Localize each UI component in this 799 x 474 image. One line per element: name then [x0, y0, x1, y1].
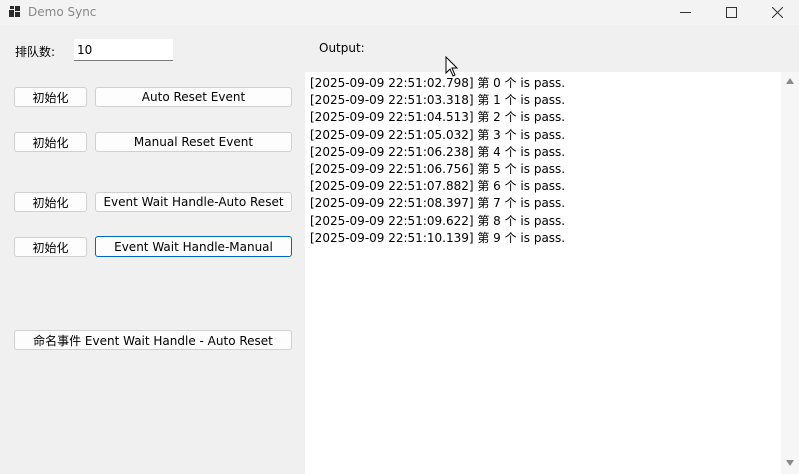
list-item: [2025-09-09 22:51:07.882] 第 6 个 is pass.	[310, 179, 566, 194]
manual-reset-event-button[interactable]: Manual Reset Event	[95, 132, 292, 152]
scroll-up-arrow-icon[interactable]	[786, 78, 794, 84]
output-listbox[interactable]: [2025-09-09 22:51:02.798] 第 0 个 is pass.…	[305, 72, 799, 474]
list-item: [2025-09-09 22:51:08.397] 第 7 个 is pass.	[310, 196, 566, 211]
list-item: [2025-09-09 22:51:04.513] 第 2 个 is pass.	[310, 110, 566, 125]
list-item: [2025-09-09 22:51:06.238] 第 4 个 is pass.	[310, 144, 566, 159]
init-ewh-manual-button[interactable]: 初始化	[14, 237, 87, 257]
init-manual-reset-button[interactable]: 初始化	[14, 132, 87, 152]
mouse-pointer-icon	[445, 56, 458, 77]
auto-reset-event-button[interactable]: Auto Reset Event	[95, 87, 292, 107]
list-item: [2025-09-09 22:51:10.139] 第 9 个 is pass.	[310, 230, 566, 245]
list-item: [2025-09-09 22:51:05.032] 第 3 个 is pass.	[310, 127, 566, 142]
init-auto-reset-button[interactable]: 初始化	[14, 87, 87, 107]
scroll-down-arrow-icon[interactable]	[786, 460, 794, 466]
maximize-button[interactable]	[708, 0, 754, 25]
maximize-icon	[725, 7, 737, 18]
init-ewh-auto-button[interactable]: 初始化	[14, 192, 87, 212]
event-wait-handle-manual-button[interactable]: Event Wait Handle-Manual	[95, 236, 292, 257]
list-item: [2025-09-09 22:51:03.318] 第 1 个 is pass.	[310, 93, 566, 108]
list-item: [2025-09-09 22:51:06.756] 第 5 个 is pass.	[310, 161, 566, 176]
minimize-button[interactable]	[662, 0, 708, 25]
window-title: Demo Sync	[28, 5, 97, 19]
named-event-auto-reset-button[interactable]: 命名事件 Event Wait Handle - Auto Reset	[14, 330, 292, 350]
event-wait-handle-auto-button[interactable]: Event Wait Handle-Auto Reset	[95, 192, 292, 212]
output-label: Output:	[319, 41, 365, 55]
output-scrollbar[interactable]	[781, 72, 799, 474]
app-window-icon	[9, 6, 20, 17]
queue-count-label: 排队数:	[15, 45, 56, 59]
queue-count-input[interactable]	[74, 39, 173, 61]
list-item: [2025-09-09 22:51:02.798] 第 0 个 is pass.	[310, 76, 566, 90]
title-bar: Demo Sync	[0, 0, 799, 25]
close-icon	[771, 7, 783, 18]
list-item: [2025-09-09 22:51:09.622] 第 8 个 is pass.	[310, 213, 566, 228]
minimize-icon	[679, 12, 691, 13]
close-button[interactable]	[754, 0, 799, 25]
output-log: [2025-09-09 22:51:02.798] 第 0 个 is pass.…	[310, 75, 565, 247]
